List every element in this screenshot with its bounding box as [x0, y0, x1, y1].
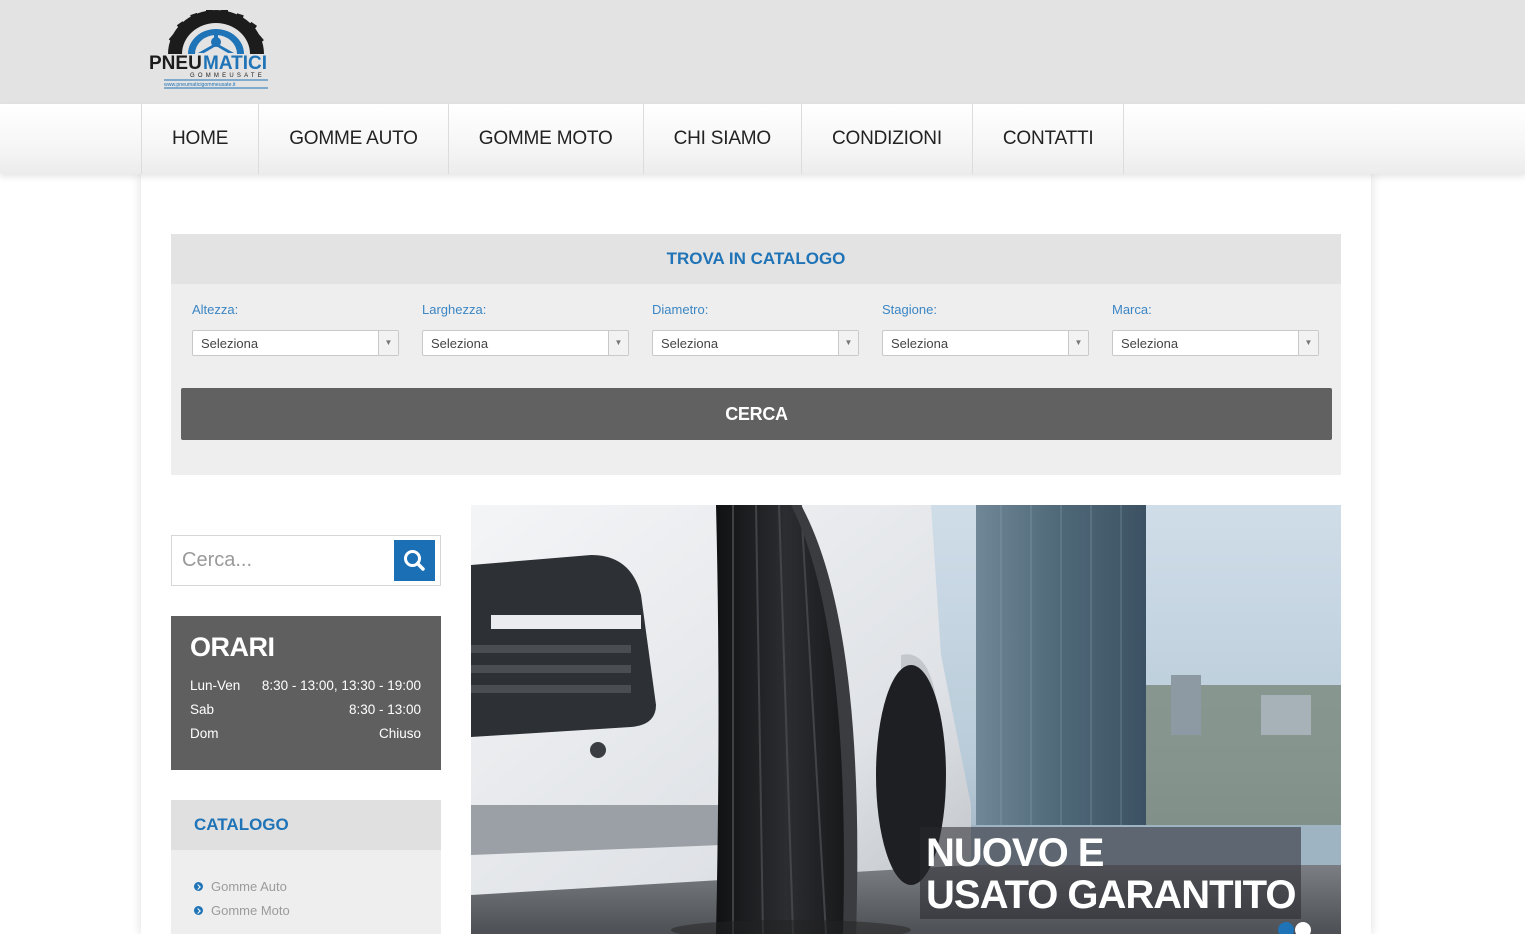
- field-diametro: Diametro: Seleziona ▼: [652, 302, 859, 356]
- caption-line-2: USATO GARANTITO: [926, 873, 1296, 917]
- slider-caption: NUOVO E USATO GARANTITO: [920, 827, 1301, 919]
- hours-day: Sab: [190, 702, 215, 717]
- site-logo[interactable]: PNEU MATICI GOMMEUSATE www.pneumaticigom…: [148, 6, 284, 90]
- nav-condizioni[interactable]: CONDIZIONI: [802, 104, 973, 174]
- nav-home[interactable]: HOME: [142, 104, 260, 174]
- hours-day: Dom: [190, 726, 219, 741]
- hours-row: Sab 8:30 - 13:00: [190, 702, 421, 717]
- select-value: Seleziona: [891, 336, 949, 351]
- select-marca[interactable]: Seleziona ▼: [1112, 330, 1319, 356]
- field-stagione: Stagione: Seleziona ▼: [882, 302, 1089, 356]
- slide-dot-1[interactable]: [1278, 922, 1294, 934]
- dropdown-arrow-icon[interactable]: ▼: [838, 331, 858, 355]
- field-label: Larghezza:: [422, 302, 487, 317]
- logo-subtext: GOMMEUSATE: [190, 73, 265, 79]
- search-icon: [404, 550, 425, 571]
- select-value: Seleziona: [431, 336, 489, 351]
- field-label: Marca:: [1112, 302, 1152, 317]
- field-label: Stagione:: [882, 302, 937, 317]
- catalog-link-label: Gomme Auto: [211, 879, 287, 894]
- hours-day: Lun-Ven: [190, 678, 241, 693]
- search-button[interactable]: [394, 540, 435, 581]
- dropdown-arrow-icon[interactable]: ▼: [1068, 331, 1088, 355]
- catalog-link-gomme-moto[interactable]: Gomme Moto: [194, 903, 290, 918]
- chevron-right-icon: [194, 882, 203, 891]
- hours-time: 8:30 - 13:00: [348, 702, 421, 717]
- select-value: Seleziona: [661, 336, 719, 351]
- hero-slider[interactable]: NUOVO E USATO GARANTITO: [471, 505, 1341, 934]
- logo-url: www.pneumaticigommeusate.it: [164, 82, 236, 88]
- select-stagione[interactable]: Seleziona ▼: [882, 330, 1089, 356]
- nav-contatti[interactable]: CONTATTI: [973, 104, 1125, 174]
- field-label: Diametro:: [652, 302, 709, 317]
- catalog-finder: TROVA IN CATALOGO Altezza: Seleziona ▼ L…: [171, 234, 1341, 475]
- select-diametro[interactable]: Seleziona ▼: [652, 330, 859, 356]
- catalog-link-gomme-auto[interactable]: Gomme Auto: [194, 879, 287, 894]
- field-larghezza: Larghezza: Seleziona ▼: [422, 302, 629, 356]
- hours-time: Chiuso: [378, 726, 421, 741]
- main-nav: HOME GOMME AUTO GOMME MOTO CHI SIAMO CON…: [141, 104, 1125, 174]
- orari-title: ORARI: [190, 632, 275, 662]
- logo-text-blue: MATICI: [203, 53, 267, 74]
- opening-hours-box: ORARI Lun-Ven 8:30 - 13:00, 13:30 - 19:0…: [171, 616, 441, 770]
- nav-gomme-auto[interactable]: GOMME AUTO: [259, 104, 449, 174]
- dropdown-arrow-icon[interactable]: ▼: [378, 331, 398, 355]
- catalog-link-label: Gomme Moto: [211, 903, 290, 918]
- finder-title: TROVA IN CATALOGO: [171, 234, 1341, 284]
- slide-dot-2[interactable]: [1295, 922, 1311, 934]
- tire-logo-icon: PNEU MATICI GOMMEUSATE www.pneumaticigom…: [149, 10, 268, 89]
- select-larghezza[interactable]: Seleziona ▼: [422, 330, 629, 356]
- header-bar: PNEU MATICI GOMMEUSATE www.pneumaticigom…: [0, 0, 1525, 104]
- hours-time: 8:30 - 13:00, 13:30 - 19:00: [261, 678, 421, 693]
- field-altezza: Altezza: Seleziona ▼: [192, 302, 399, 356]
- search-box: [171, 535, 441, 586]
- hours-row: Dom Chiuso: [190, 726, 421, 741]
- catalog-widget: CATALOGO Gomme Auto Gomme Moto: [171, 800, 441, 934]
- nav-chi-siamo[interactable]: CHI SIAMO: [644, 104, 803, 174]
- main-navbar: HOME GOMME AUTO GOMME MOTO CHI SIAMO CON…: [0, 104, 1525, 174]
- dropdown-arrow-icon[interactable]: ▼: [608, 331, 628, 355]
- select-value: Seleziona: [1121, 336, 1179, 351]
- select-value: Seleziona: [201, 336, 259, 351]
- cerca-button[interactable]: CERCA: [181, 388, 1332, 440]
- nav-gomme-moto[interactable]: GOMME MOTO: [449, 104, 644, 174]
- search-input[interactable]: [172, 536, 394, 585]
- hours-row: Lun-Ven 8:30 - 13:00, 13:30 - 19:00: [190, 678, 421, 693]
- caption-line-1: NUOVO E: [926, 831, 1104, 875]
- select-altezza[interactable]: Seleziona ▼: [192, 330, 399, 356]
- catalogo-title: CATALOGO: [171, 800, 441, 850]
- logo-text-dark: PNEU: [149, 53, 202, 74]
- chevron-right-icon: [194, 906, 203, 915]
- field-marca: Marca: Seleziona ▼: [1112, 302, 1319, 356]
- dropdown-arrow-icon[interactable]: ▼: [1298, 331, 1318, 355]
- field-label: Altezza:: [192, 302, 239, 317]
